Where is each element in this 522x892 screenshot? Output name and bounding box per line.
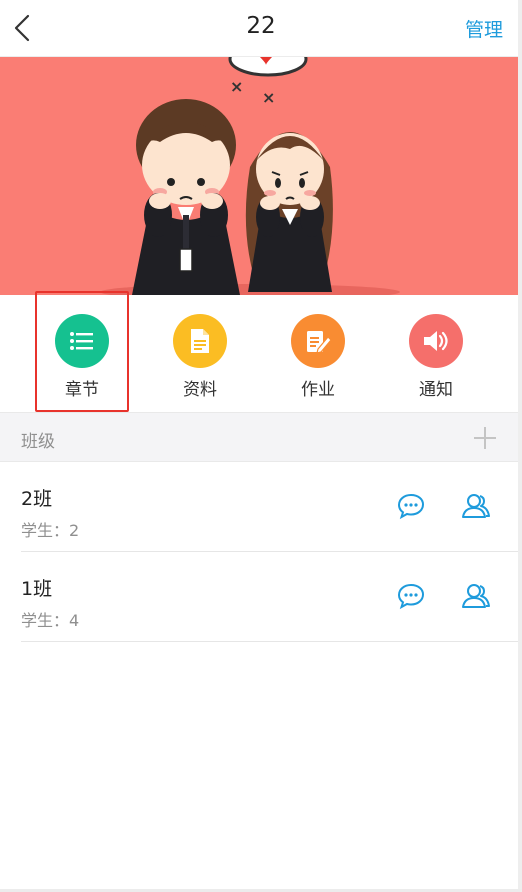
class-section-header: 班级 xyxy=(0,412,518,462)
add-class-button[interactable] xyxy=(472,425,498,451)
class-name: 2班 xyxy=(21,488,53,510)
nav-bar: 22 管理 xyxy=(0,0,522,57)
feature-materials-circle xyxy=(173,314,227,368)
feature-homework-circle xyxy=(291,314,345,368)
class-chat-button[interactable] xyxy=(395,580,427,612)
section-title: 班级 xyxy=(21,432,55,452)
svg-text:×: × xyxy=(262,88,275,107)
feature-bar: 章节 资料 作业 通知 xyxy=(0,295,518,412)
list-icon xyxy=(70,332,93,350)
feature-notices[interactable]: 通知 xyxy=(377,295,495,412)
class-name: 1班 xyxy=(21,578,53,600)
class-chat-button[interactable] xyxy=(395,490,427,522)
plus-icon xyxy=(474,427,496,449)
feature-homework-label: 作业 xyxy=(301,380,335,400)
class-row[interactable]: 1班 学生：4 xyxy=(0,552,518,642)
members-icon xyxy=(462,584,490,608)
feature-materials-label: 资料 xyxy=(183,380,217,400)
back-button[interactable] xyxy=(6,12,38,44)
feature-homework[interactable]: 作业 xyxy=(259,295,377,412)
feature-notices-label: 通知 xyxy=(419,380,453,400)
scroll-edge xyxy=(518,0,522,892)
svg-text:×: × xyxy=(230,77,243,96)
banner-image: × × xyxy=(0,57,518,295)
row-divider xyxy=(21,641,518,642)
class-members-button[interactable] xyxy=(460,490,492,522)
feature-materials[interactable]: 资料 xyxy=(141,295,259,412)
chevron-left-icon xyxy=(14,14,30,42)
members-icon xyxy=(462,494,490,518)
chat-bubble-icon xyxy=(397,583,425,610)
class-student-count: 学生：4 xyxy=(21,611,80,630)
document-icon xyxy=(191,329,209,353)
feature-chapters[interactable]: 章节 xyxy=(23,295,141,412)
class-members-button[interactable] xyxy=(460,580,492,612)
class-student-count: 学生：2 xyxy=(21,521,80,540)
edit-note-icon xyxy=(307,331,331,354)
class-row[interactable]: 2班 学生：2 xyxy=(0,462,518,552)
feature-chapters-circle xyxy=(55,314,109,368)
class-list: 2班 学生：2 1班 学生：4 xyxy=(0,462,518,642)
feature-chapters-label: 章节 xyxy=(65,380,99,400)
manage-button[interactable]: 管理 xyxy=(465,15,503,42)
feature-notices-circle xyxy=(409,314,463,368)
page-title: 22 xyxy=(246,13,276,39)
speaker-icon xyxy=(424,331,448,351)
chat-bubble-icon xyxy=(397,493,425,520)
